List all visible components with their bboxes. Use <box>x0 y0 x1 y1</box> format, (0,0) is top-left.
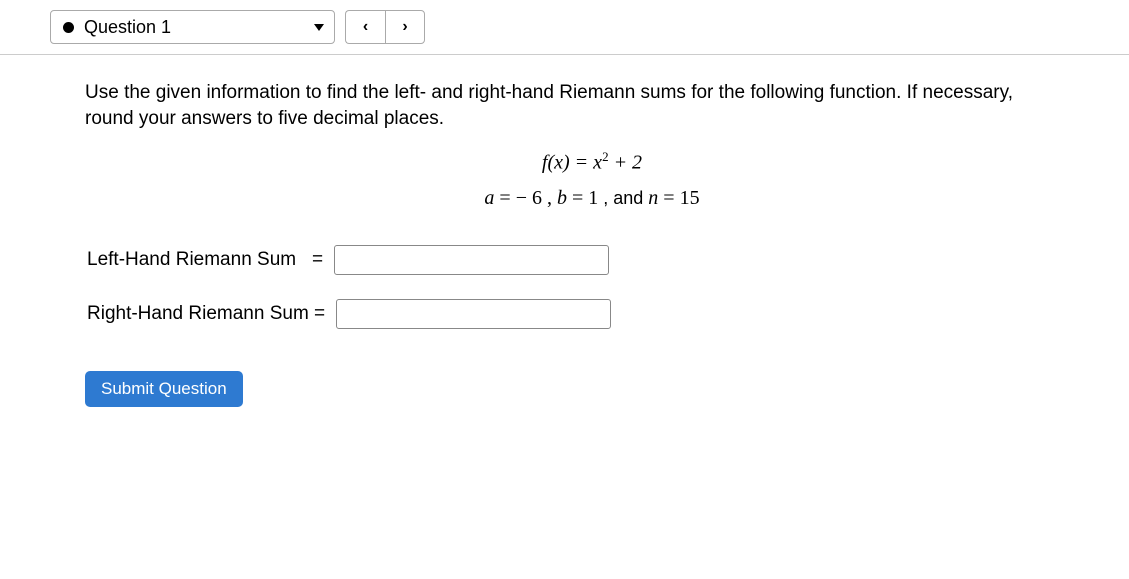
param-and: , and <box>603 188 648 208</box>
submit-button-label: Submit Question <box>101 379 227 398</box>
submit-button[interactable]: Submit Question <box>85 371 243 407</box>
prev-button[interactable]: ‹ <box>345 10 385 44</box>
left-riemann-label: Left-Hand Riemann Sum = <box>87 249 328 271</box>
param-n-value: 15 <box>680 187 700 209</box>
param-n-label: n <box>648 187 658 209</box>
caret-down-icon <box>314 24 324 31</box>
fx-suffix: + 2 <box>609 152 643 174</box>
right-riemann-input[interactable] <box>336 299 611 329</box>
status-dot-icon <box>63 22 74 33</box>
left-riemann-input[interactable] <box>334 245 609 275</box>
fx-prefix: f(x) = x <box>542 152 602 174</box>
param-a-label: a <box>484 187 494 209</box>
chevron-right-icon: › <box>402 18 407 36</box>
function-definition: f(x) = x2 + 2 <box>85 149 1059 175</box>
next-button[interactable]: › <box>385 10 425 44</box>
question-content: Use the given information to find the le… <box>0 55 1129 432</box>
right-riemann-label: Right-Hand Riemann Sum = <box>87 303 330 325</box>
param-a-value: − 6 <box>516 187 542 209</box>
toolbar: Question 1 ‹ › <box>0 10 1129 55</box>
param-b-label: b <box>557 187 567 209</box>
parameters: a = − 6 , b = 1 , and n = 15 <box>85 187 1059 210</box>
right-riemann-row: Right-Hand Riemann Sum = <box>87 299 1059 329</box>
left-riemann-row: Left-Hand Riemann Sum = <box>87 245 1059 275</box>
param-b-value: 1 <box>588 187 598 209</box>
question-nav: ‹ › <box>345 10 425 44</box>
chevron-left-icon: ‹ <box>363 18 368 36</box>
question-instructions: Use the given information to find the le… <box>85 80 1045 131</box>
question-selector[interactable]: Question 1 <box>50 10 335 44</box>
question-selector-label: Question 1 <box>84 17 171 38</box>
